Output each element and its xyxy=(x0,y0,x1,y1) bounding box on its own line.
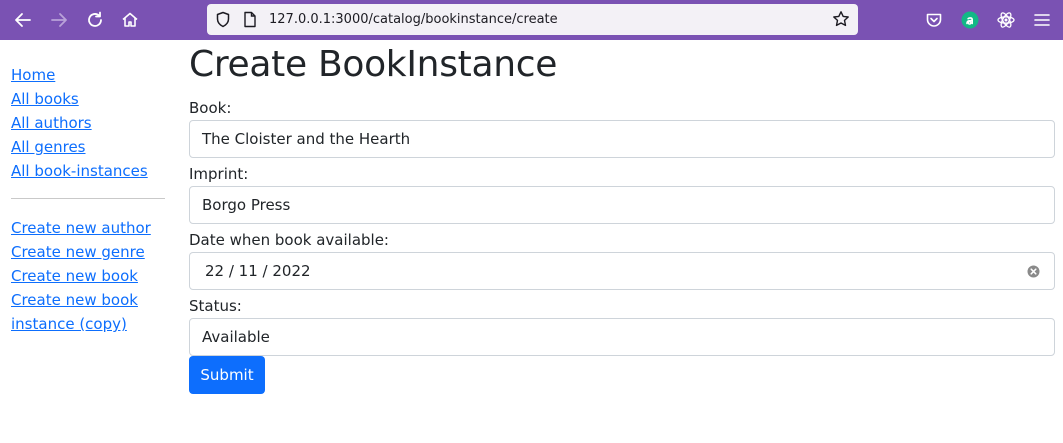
due-date-input-value: 22 / 11 / 2022 xyxy=(205,262,311,280)
book-select[interactable]: The Cloister and the Hearth xyxy=(189,120,1055,158)
reload-icon xyxy=(88,11,102,27)
submit-button[interactable]: Submit xyxy=(189,356,265,394)
status-select[interactable]: Available xyxy=(189,318,1055,356)
sidebar-link-all-books[interactable]: All books xyxy=(11,87,165,111)
main-content: Create BookInstance Book: The Cloister a… xyxy=(189,42,1055,394)
sidebar-link-home[interactable]: Home xyxy=(11,63,165,87)
imprint-input-value: Borgo Press xyxy=(202,196,291,214)
sidebar-nav: Home All books All authors All genres Al… xyxy=(11,63,165,336)
forward-button[interactable] xyxy=(45,6,73,34)
sidebar-link-create-book-instance-cont[interactable]: instance (copy) xyxy=(11,312,165,336)
arrow-right-icon xyxy=(51,13,67,27)
due-date-label: Date when book available: xyxy=(189,231,389,249)
imprint-label: Imprint: xyxy=(189,165,249,183)
sidebar-link-all-genres[interactable]: All genres xyxy=(11,135,165,159)
sidebar-link-all-authors[interactable]: All authors xyxy=(11,111,165,135)
clear-icon[interactable] xyxy=(1027,265,1040,278)
sidebar-divider xyxy=(11,198,165,199)
pocket-button[interactable] xyxy=(920,6,948,34)
book-label: Book: xyxy=(189,99,232,117)
url-bar[interactable]: 127.0.0.1:3000/catalog/bookinstance/crea… xyxy=(207,4,858,35)
extension-button[interactable] xyxy=(956,6,984,34)
extension-a-icon xyxy=(961,11,979,29)
star-icon[interactable] xyxy=(832,10,850,28)
page-title: Create BookInstance xyxy=(189,44,558,85)
react-icon xyxy=(997,12,1015,28)
page-icon[interactable] xyxy=(243,11,257,28)
sidebar-link-create-book-instance[interactable]: Create new book xyxy=(11,288,165,312)
home-icon xyxy=(122,12,138,27)
home-button[interactable] xyxy=(116,6,144,34)
sidebar-link-create-book[interactable]: Create new book xyxy=(11,264,165,288)
due-date-input[interactable]: 22 / 11 / 2022 xyxy=(189,252,1055,290)
status-label: Status: xyxy=(189,297,242,315)
book-select-value: The Cloister and the Hearth xyxy=(202,130,411,148)
sidebar-link-all-book-instances[interactable]: All book-instances xyxy=(11,159,165,183)
status-select-value: Available xyxy=(202,328,270,346)
shield-icon[interactable] xyxy=(215,11,231,28)
sidebar-link-create-genre[interactable]: Create new genre xyxy=(11,240,165,264)
back-button[interactable] xyxy=(9,6,37,34)
pocket-icon xyxy=(926,13,942,27)
browser-toolbar: 127.0.0.1:3000/catalog/bookinstance/crea… xyxy=(0,0,1063,40)
imprint-input[interactable]: Borgo Press xyxy=(189,186,1055,224)
hamburger-menu-icon xyxy=(1034,14,1050,26)
url-text[interactable]: 127.0.0.1:3000/catalog/bookinstance/crea… xyxy=(269,12,558,27)
react-devtools-button[interactable] xyxy=(992,6,1020,34)
menu-button[interactable] xyxy=(1028,6,1056,34)
sidebar-link-create-author[interactable]: Create new author xyxy=(11,216,165,240)
arrow-left-icon xyxy=(15,13,31,27)
reload-button[interactable] xyxy=(81,6,109,34)
